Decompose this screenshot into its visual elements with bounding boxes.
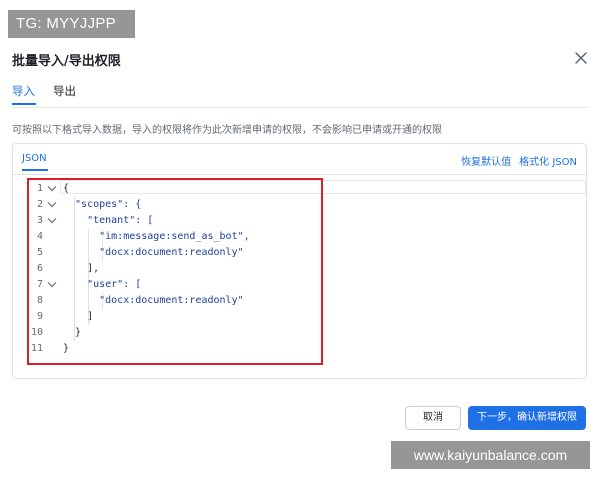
line-number: 10	[30, 327, 43, 338]
code-area[interactable]: 1 { 2 "scopes": { 3 "tenant": [ 4 "im:me…	[27, 179, 586, 369]
code-text: "user": [	[63, 279, 142, 290]
code-text: ],	[63, 263, 100, 274]
editor-header-divider	[13, 174, 586, 175]
code-text: }	[63, 327, 82, 338]
code-line: 5 "docx:document:readonly"	[27, 245, 586, 261]
line-number: 3	[36, 215, 43, 226]
code-line: 7 "user": [	[27, 277, 586, 293]
line-number: 7	[36, 279, 43, 290]
code-line: 8 "docx:document:readonly"	[27, 293, 586, 309]
code-line: 9 ]	[27, 309, 586, 325]
chevron-down-icon[interactable]	[47, 201, 57, 209]
line-number: 9	[36, 311, 43, 322]
next-confirm-button[interactable]: 下一步，确认新增权限	[468, 406, 586, 430]
code-text: "scopes": {	[63, 199, 142, 210]
line-number: 1	[36, 183, 43, 194]
editor-tab-json[interactable]: JSON	[22, 153, 47, 164]
cancel-button[interactable]: 取消	[405, 406, 461, 430]
editor-tab-indicator	[22, 169, 48, 171]
code-text: "docx:document:readonly"	[63, 295, 244, 306]
chevron-down-icon[interactable]	[47, 185, 57, 193]
chevron-down-icon[interactable]	[47, 217, 57, 225]
line-number: 5	[36, 247, 43, 258]
code-text: "im:message:send_as_bot",	[63, 231, 250, 242]
close-icon[interactable]	[574, 51, 588, 65]
line-number: 6	[36, 263, 43, 274]
format-json-button[interactable]: 格式化 JSON	[519, 157, 577, 168]
code-line: 4 "im:message:send_as_bot",	[27, 229, 586, 245]
code-line: 2 "scopes": {	[27, 197, 586, 213]
import-description: 可按照以下格式导入数据，导入的权限将作为此次新增申请的权限，不会影响已申请或开通…	[12, 125, 442, 136]
line-number: 2	[36, 199, 43, 210]
watermark-top: TG: MYYJJPP	[8, 10, 135, 38]
line-number: 4	[36, 231, 43, 242]
watermark-bottom: www.kaiyunbalance.com	[391, 441, 590, 469]
json-editor: JSON 恢复默认值 格式化 JSON 1 { 2 "scopes": { 3 "…	[12, 143, 587, 379]
line-number: 8	[36, 295, 43, 306]
line-number: 11	[30, 343, 43, 354]
code-line: 3 "tenant": [	[27, 213, 586, 229]
chevron-down-icon[interactable]	[47, 281, 57, 289]
code-text: }	[63, 343, 70, 354]
tabs-divider	[12, 107, 588, 108]
code-line: 11 }	[27, 341, 586, 357]
code-text: ]	[63, 311, 94, 322]
reset-default-button[interactable]: 恢复默认值	[461, 157, 511, 168]
tab-export[interactable]: 导出	[53, 83, 76, 99]
code-line: 6 ],	[27, 261, 586, 277]
editor-actions: 恢复默认值 格式化 JSON	[461, 153, 577, 168]
editor-header: JSON 恢复默认值 格式化 JSON	[13, 144, 586, 174]
code-line: 10 }	[27, 325, 586, 341]
active-tab-indicator	[12, 103, 36, 105]
code-line: 1 {	[27, 181, 586, 197]
dialog-title: 批量导入/导出权限	[12, 54, 121, 69]
code-text: "docx:document:readonly"	[63, 247, 244, 258]
tab-import[interactable]: 导入	[12, 83, 35, 99]
code-text: "tenant": [	[63, 215, 154, 226]
code-text: {	[63, 183, 70, 194]
